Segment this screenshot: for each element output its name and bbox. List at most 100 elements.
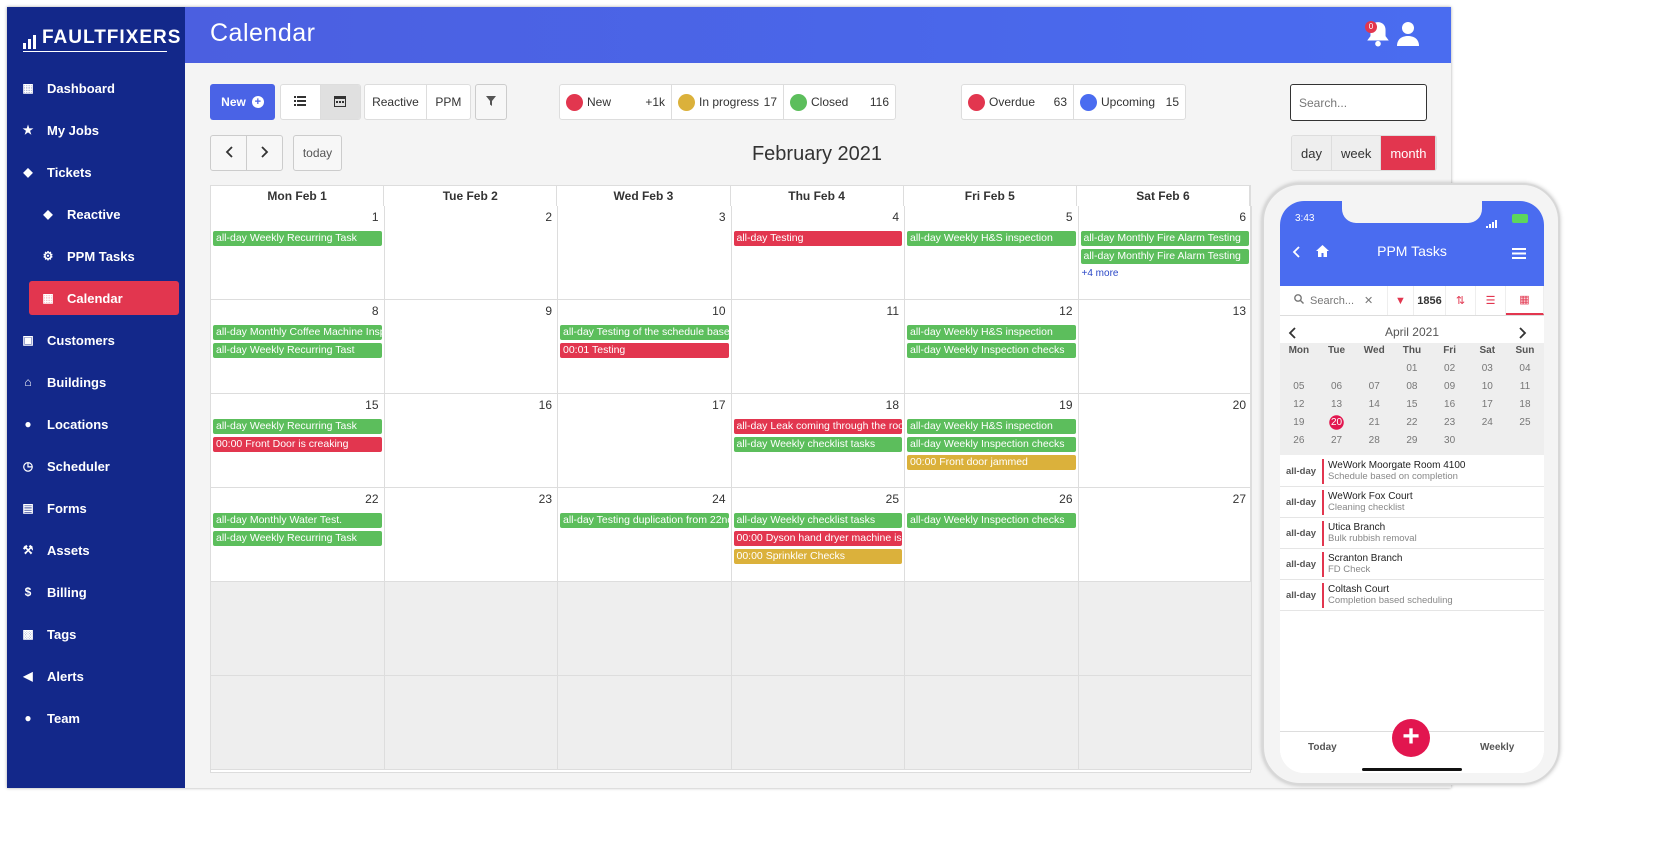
phone-day[interactable]: 18 (1506, 397, 1544, 412)
day-cell[interactable]: 19 all-day Weekly H&S inspection all-day W… (905, 394, 1079, 488)
view-month[interactable]: month (1381, 136, 1437, 170)
calendar-event[interactable]: all-day Weekly H&S inspection (907, 325, 1076, 340)
sidebar-item-alerts[interactable]: ◀ Alerts (7, 659, 185, 693)
day-cell[interactable] (1078, 582, 1252, 676)
day-number[interactable]: 24 (712, 492, 725, 506)
sidebar-item-assets[interactable]: ⚒ Assets (7, 533, 185, 567)
calendar-event[interactable]: all-day Weekly checklist tasks (733, 513, 902, 528)
clear-icon[interactable]: ✕ (1364, 294, 1373, 307)
day-number[interactable]: 11 (887, 304, 899, 318)
sidebar-item-locations[interactable]: ● Locations (7, 407, 185, 441)
phone-day[interactable]: 08 (1393, 379, 1431, 394)
sidebar-item-reactive[interactable]: ◆ Reactive (7, 197, 185, 231)
sidebar-item-buildings[interactable]: ⌂ Buildings (7, 365, 185, 399)
day-number[interactable]: 10 (712, 304, 725, 318)
day-cell[interactable]: 1 all-day Weekly Recurring Task (211, 206, 385, 300)
day-number[interactable]: 20 (1233, 398, 1246, 412)
tab-weekly[interactable]: Weekly (1480, 742, 1514, 753)
day-number[interactable]: 2 (545, 210, 552, 224)
view-day[interactable]: day (1292, 136, 1332, 170)
calendar-event[interactable]: all-day Weekly H&S inspection (907, 419, 1076, 434)
phone-next-month-icon[interactable] (1519, 326, 1527, 344)
phone-day[interactable]: 29 (1393, 433, 1431, 448)
list-view-button[interactable] (281, 85, 321, 119)
day-cell[interactable]: 27 (1078, 488, 1252, 582)
phone-day[interactable] (1468, 433, 1506, 448)
phone-day[interactable]: 15 (1393, 397, 1431, 412)
phone-day[interactable]: 10 (1468, 379, 1506, 394)
sidebar-item-team[interactable]: ● Team (7, 701, 185, 735)
day-number[interactable]: 23 (539, 492, 552, 506)
calendar-event[interactable]: 00:00 Front door jammed (907, 455, 1076, 470)
day-number[interactable]: 4 (892, 210, 899, 224)
sidebar-item-calendar[interactable]: ▦ Calendar (29, 281, 179, 315)
calendar-event[interactable]: all-day Weekly H&S inspection (907, 231, 1076, 246)
phone-list-button[interactable]: ☰ (1476, 286, 1506, 315)
day-number[interactable]: 5 (1066, 210, 1073, 224)
day-cell[interactable] (731, 582, 905, 676)
calendar-event[interactable]: all-day Testing duplication from 22nd (560, 513, 729, 528)
counter-overdue[interactable]: Overdue 63 (962, 85, 1074, 119)
phone-task-item[interactable]: all-day WeWork Fox Court Cleaning checklis… (1280, 487, 1544, 518)
day-cell[interactable]: 4 all-day Testing (731, 206, 905, 300)
day-number[interactable]: 17 (712, 398, 725, 412)
calendar-event[interactable]: all-day Monthly Fire Alarm Testing (1080, 249, 1249, 264)
phone-day[interactable]: 25 (1506, 415, 1544, 430)
phone-day[interactable]: 16 (1431, 397, 1469, 412)
phone-day[interactable]: 04 (1506, 361, 1544, 376)
day-cell[interactable]: 22 all-day Monthly Water Test. all-day Wee… (211, 488, 385, 582)
day-number[interactable]: 13 (1233, 304, 1246, 318)
phone-day[interactable]: 11 (1506, 379, 1544, 394)
day-number[interactable]: 26 (1059, 492, 1072, 506)
calendar-event[interactable]: 00:00 Dyson hand dryer machine is n (733, 531, 902, 546)
add-task-button[interactable]: + (1392, 719, 1430, 757)
sidebar-item-billing[interactable]: $ Billing (7, 575, 185, 609)
phone-day[interactable]: 07 (1355, 379, 1393, 394)
next-button[interactable] (246, 135, 283, 171)
counter-closed[interactable]: Closed 116 (784, 85, 895, 119)
logo[interactable]: FAULTFIXERS (23, 27, 181, 49)
day-number[interactable]: 16 (539, 398, 552, 412)
today-button[interactable]: today (293, 135, 342, 171)
sidebar-item-ppm-tasks[interactable]: ⚙ PPM Tasks (7, 239, 185, 273)
day-cell[interactable]: 24 all-day Testing duplication from 22nd (558, 488, 732, 582)
day-number[interactable]: 27 (1233, 492, 1246, 506)
day-cell[interactable] (211, 676, 385, 770)
day-number[interactable]: 22 (365, 492, 378, 506)
day-number[interactable]: 12 (1059, 304, 1072, 318)
day-cell[interactable] (558, 582, 732, 676)
counter-upcoming[interactable]: Upcoming 15 (1074, 85, 1185, 119)
day-cell[interactable]: 13 (1078, 300, 1252, 394)
day-cell[interactable]: 6 all-day Monthly Fire Alarm Testing all-d… (1078, 206, 1252, 300)
day-cell[interactable]: 23 (384, 488, 558, 582)
day-cell[interactable]: 16 (384, 394, 558, 488)
phone-day[interactable] (1280, 361, 1318, 376)
day-cell[interactable]: 3 (558, 206, 732, 300)
phone-day[interactable]: 14 (1355, 397, 1393, 412)
phone-task-item[interactable]: all-day WeWork Moorgate Room 4100 Schedule… (1280, 456, 1544, 487)
calendar-event[interactable]: all-day Weekly Recurring Task (213, 231, 382, 246)
day-cell[interactable]: 25 all-day Weekly checklist tasks 00:00 Dy… (731, 488, 905, 582)
phone-day[interactable]: 26 (1280, 433, 1318, 448)
day-cell[interactable] (905, 582, 1079, 676)
calendar-event[interactable]: all-day Weekly Recurring Task (213, 419, 382, 434)
sidebar-item-dashboard[interactable]: ▦ Dashboard (7, 71, 185, 105)
phone-day[interactable] (1355, 361, 1393, 376)
day-number[interactable]: 9 (545, 304, 552, 318)
search-input[interactable]: Search... (1290, 84, 1427, 121)
day-cell[interactable]: 18 all-day Leak coming through the roof al… (731, 394, 905, 488)
phone-task-item[interactable]: all-day Coltash Court Completion based sch… (1280, 580, 1544, 611)
day-cell[interactable]: 12 all-day Weekly H&S inspection all-day W… (905, 300, 1079, 394)
day-number[interactable]: 19 (1059, 398, 1072, 412)
day-number[interactable]: 8 (372, 304, 379, 318)
sidebar-item-forms[interactable]: ▤ Forms (7, 491, 185, 525)
calendar-event[interactable]: all-day Testing of the schedule based (560, 325, 729, 340)
day-cell[interactable] (384, 676, 558, 770)
menu-icon[interactable] (1512, 246, 1526, 264)
day-cell[interactable]: 15 all-day Weekly Recurring Task 00:00 Fro… (211, 394, 385, 488)
sidebar-item-tickets[interactable]: ◆ Tickets (7, 155, 185, 189)
phone-calendar-button[interactable]: ▦ (1506, 286, 1544, 315)
phone-day[interactable]: 28 (1355, 433, 1393, 448)
day-number[interactable]: 6 (1239, 210, 1246, 224)
phone-task-item[interactable]: all-day Scranton Branch FD Check (1280, 549, 1544, 580)
